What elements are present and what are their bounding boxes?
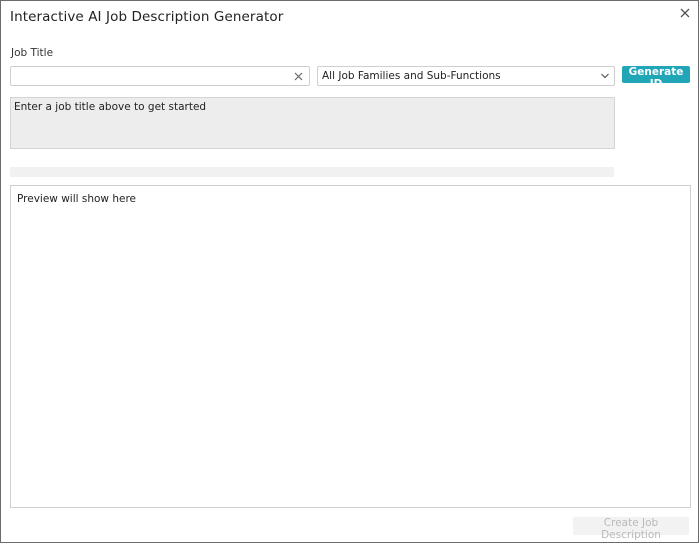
job-description-dialog: Interactive AI Job Description Generator… [0,0,699,543]
preview-placeholder: Preview will show here [17,193,137,205]
hint-text: Enter a job title above to get started [14,101,207,113]
create-job-description-button[interactable]: Create Job Description [573,517,689,541]
job-title-field [10,66,310,88]
close-icon [680,8,690,18]
close-button[interactable] [677,5,693,21]
job-title-input[interactable] [11,70,289,88]
chevron-down-icon [601,73,609,79]
job-title-hint-box: Enter a job title above to get started [10,97,615,149]
clear-icon [294,72,302,80]
generate-jd-button[interactable]: Generate JD [622,66,690,90]
job-family-select[interactable]: All Job Families and Sub-Functions [317,66,615,86]
preview-panel: Preview will show here [10,185,691,508]
clear-button[interactable] [291,69,305,83]
job-title-label: Job Title [11,47,54,59]
job-family-selected-value: All Job Families and Sub-Functions [322,70,501,82]
generation-progress-bar [10,167,614,177]
dialog-title: Interactive AI Job Description Generator [10,9,284,25]
